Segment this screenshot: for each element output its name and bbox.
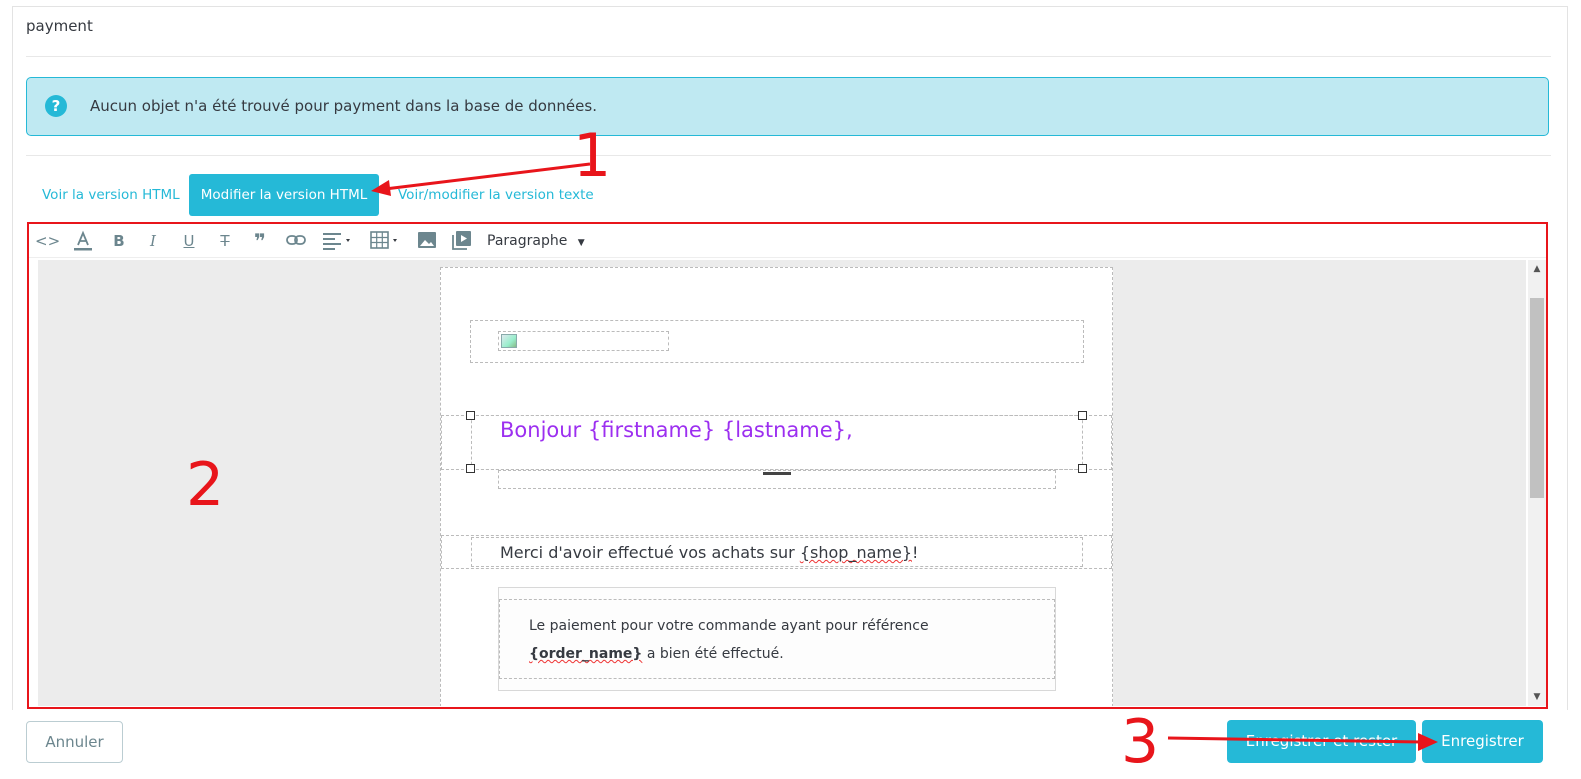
annotation-arrow-1	[371, 162, 591, 196]
tab-view-html[interactable]: Voir la version HTML	[42, 174, 180, 216]
annotation-arrow-3	[1167, 733, 1438, 751]
alert-message: Aucun objet n'a été trouvé pour payment …	[90, 97, 597, 115]
page: payment ? Aucun objet n'a été trouvé pou…	[0, 0, 1581, 779]
save-button[interactable]: Enregistrer	[1422, 720, 1543, 763]
panel-title: payment	[26, 17, 93, 35]
annotation-number-2: 2	[186, 450, 225, 520]
divider	[26, 56, 1551, 57]
info-alert: ? Aucun objet n'a été trouvé pour paymen…	[26, 77, 1549, 136]
annotation-number-3: 3	[1121, 707, 1160, 777]
editor-highlight	[27, 222, 1548, 709]
tab-edit-html[interactable]: Modifier la version HTML	[189, 174, 379, 216]
divider	[26, 155, 1551, 156]
question-circle-icon: ?	[45, 95, 67, 117]
cancel-button[interactable]: Annuler	[26, 721, 123, 763]
